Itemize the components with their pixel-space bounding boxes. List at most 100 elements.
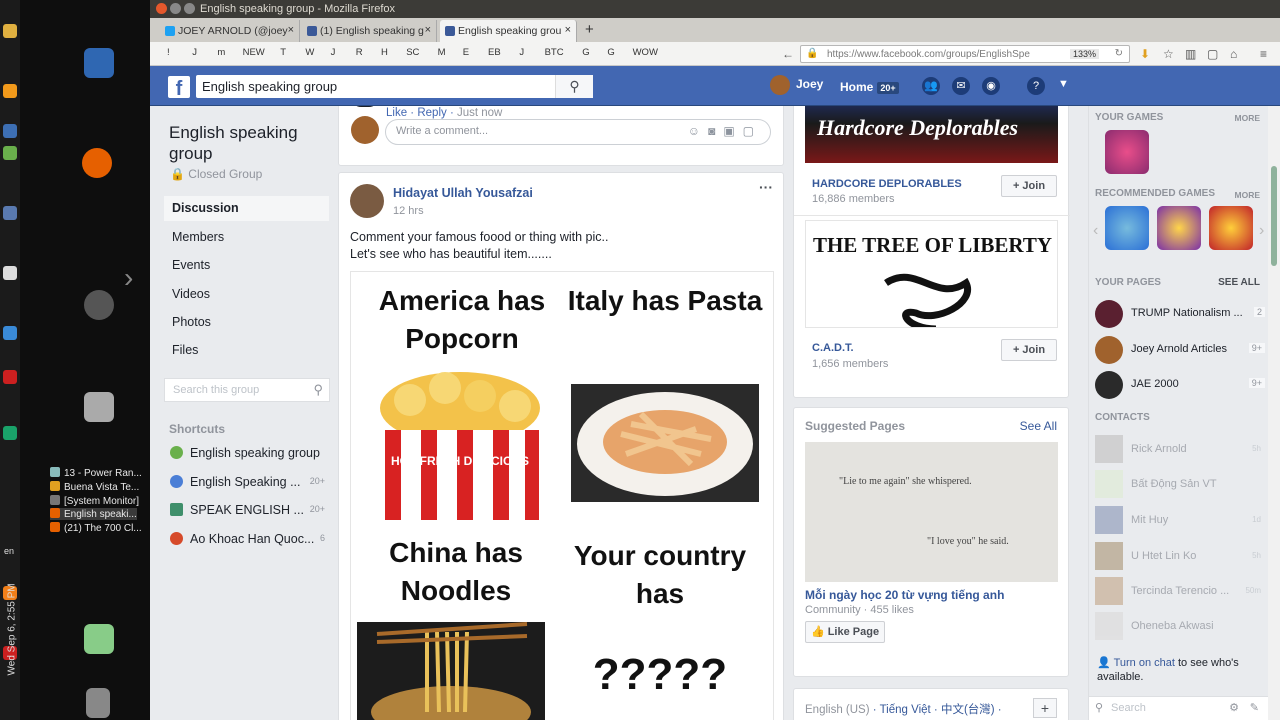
minimize-button[interactable] bbox=[170, 3, 181, 14]
turn-on-chat-link[interactable]: Turn on chat bbox=[1114, 657, 1175, 669]
page-item[interactable]: Joey Arnold Articles 9+ bbox=[1095, 336, 1265, 364]
bookmark-item[interactable]: J bbox=[331, 47, 336, 58]
bookmark-item[interactable]: E bbox=[463, 47, 469, 58]
browser-tab-active[interactable]: English speaking grou × bbox=[440, 20, 577, 42]
group-search-input[interactable]: Search this group ⚲ bbox=[164, 378, 330, 402]
profile-link[interactable]: Joey bbox=[770, 75, 823, 95]
contact-item[interactable]: Oheneba Akwasi bbox=[1095, 612, 1265, 642]
bookmark-item[interactable]: BTC bbox=[545, 47, 564, 58]
contact-item[interactable]: U Htet Lin Ko 5h bbox=[1095, 542, 1265, 572]
bookmark-item[interactable]: G bbox=[607, 47, 614, 58]
page-item[interactable]: JAE 2000 9+ bbox=[1095, 371, 1265, 399]
clock[interactable]: Wed Sep 6, 2:55 PM bbox=[7, 583, 18, 675]
compose-icon[interactable]: ✎ bbox=[1250, 701, 1259, 714]
filezilla-icon[interactable] bbox=[3, 370, 17, 384]
language-links[interactable]: Tiếng Việt · 中文(台灣) · bbox=[880, 704, 1002, 716]
group-name-link[interactable]: HARDCORE DEPLORABLES bbox=[812, 178, 962, 190]
nav-members[interactable]: Members bbox=[164, 225, 329, 250]
zoom-level[interactable]: 133% bbox=[1069, 49, 1099, 59]
app-icon[interactable] bbox=[3, 326, 17, 340]
contact-item[interactable]: Mit Huy 1d bbox=[1095, 506, 1265, 536]
bookmark-item[interactable]: T bbox=[280, 47, 286, 58]
shortcut-item[interactable]: English speaking group bbox=[170, 446, 330, 460]
menu-icon[interactable]: ≡ bbox=[1260, 47, 1267, 61]
app-icon[interactable] bbox=[3, 124, 17, 138]
bookmark-item[interactable]: m bbox=[217, 47, 225, 58]
task-item[interactable]: 13 - Power Ran... bbox=[50, 467, 142, 479]
bingo-game-icon[interactable] bbox=[1157, 206, 1201, 250]
document-icon[interactable] bbox=[84, 48, 114, 78]
library-icon[interactable]: ▥ bbox=[1185, 47, 1196, 61]
account-menu-icon[interactable]: ▼ bbox=[1058, 78, 1069, 90]
more-link[interactable]: MORE bbox=[1235, 190, 1261, 200]
bookmark-item[interactable]: J bbox=[192, 47, 197, 58]
page-item[interactable]: TRUMP Nationalism ... 2 bbox=[1095, 300, 1265, 328]
reply-link[interactable]: Reply bbox=[417, 107, 446, 119]
page-name-link[interactable]: Mỗi ngày học 20 từ vựng tiếng anh bbox=[805, 588, 1004, 602]
contact-item[interactable]: Bất Động Sản VT bbox=[1095, 470, 1265, 500]
drive-icon[interactable] bbox=[84, 392, 114, 422]
telegram-icon[interactable] bbox=[3, 426, 17, 440]
task-item[interactable]: English speaki... bbox=[50, 508, 137, 520]
help-icon[interactable]: ? bbox=[1027, 77, 1045, 95]
close-tab-icon[interactable]: × bbox=[565, 24, 571, 36]
home-icon[interactable]: ⌂ bbox=[1230, 47, 1237, 61]
shortcut-item[interactable]: English Speaking ... 20+ bbox=[170, 475, 330, 489]
pocket-icon[interactable]: ▢ bbox=[1207, 47, 1218, 61]
bookmark-item[interactable]: W bbox=[305, 47, 314, 58]
close-tab-icon[interactable]: × bbox=[425, 24, 431, 36]
bookmark-item[interactable]: NEW bbox=[243, 47, 265, 58]
bookmark-item[interactable]: ! bbox=[167, 47, 170, 58]
bookmark-item[interactable]: EB bbox=[488, 47, 501, 58]
bookmark-item[interactable]: R bbox=[356, 47, 363, 58]
home-link[interactable]: Home 20+ bbox=[840, 80, 899, 94]
browser-tab[interactable]: JOEY ARNOLD (@joey × bbox=[160, 20, 300, 42]
browser-tab[interactable]: (1) English speaking g × bbox=[302, 20, 437, 42]
maximize-button[interactable] bbox=[184, 3, 195, 14]
group-name[interactable]: English speaking group bbox=[169, 122, 329, 164]
bookmark-item[interactable]: J bbox=[519, 47, 524, 58]
see-all-link[interactable]: SEE ALL bbox=[1218, 277, 1260, 288]
nav-photos[interactable]: Photos bbox=[164, 310, 329, 335]
post-image[interactable]: America has Popcorn Italy has Pasta HOT … bbox=[350, 271, 774, 720]
see-all-link[interactable]: See All bbox=[1020, 419, 1057, 433]
more-options-icon[interactable]: ··· bbox=[759, 179, 773, 195]
sticker-icon[interactable]: ▢ bbox=[743, 124, 762, 138]
back-icon[interactable]: ← bbox=[782, 47, 794, 61]
close-window-button[interactable] bbox=[156, 3, 167, 14]
game-icon[interactable] bbox=[1105, 206, 1149, 250]
slots-game-icon[interactable] bbox=[1209, 206, 1253, 250]
add-language-button[interactable]: + bbox=[1033, 698, 1057, 718]
facebook-logo[interactable]: f bbox=[168, 76, 190, 100]
task-item[interactable]: [System Monitor] bbox=[50, 495, 139, 507]
close-tab-icon[interactable]: × bbox=[288, 24, 294, 36]
bookmark-item[interactable]: WOW bbox=[633, 47, 658, 58]
emoji-icon[interactable]: ☺ bbox=[688, 124, 708, 138]
app-icon[interactable] bbox=[3, 206, 17, 220]
chevron-right-icon[interactable]: › bbox=[1259, 222, 1264, 240]
shortcut-item[interactable]: Ao Khoac Han Quoc... 6 bbox=[170, 532, 330, 546]
more-link[interactable]: MORE bbox=[1235, 113, 1261, 123]
group-banner[interactable]: THE TREE OF LIBERTY bbox=[805, 220, 1058, 328]
messenger-icon[interactable]: ✉ bbox=[952, 77, 970, 95]
scrollbar[interactable] bbox=[1268, 106, 1280, 720]
task-item[interactable]: Buena Vista Te... bbox=[50, 481, 139, 493]
camera-icon[interactable]: ◙ bbox=[708, 124, 723, 138]
join-button[interactable]: + Join bbox=[1001, 339, 1057, 361]
chat-search-input[interactable]: ⚲ Search ⚙ ✎ bbox=[1089, 696, 1269, 720]
nav-discussion[interactable]: Discussion bbox=[164, 196, 329, 221]
post-time[interactable]: 12 hrs bbox=[393, 205, 424, 217]
firefox-icon[interactable] bbox=[82, 148, 112, 178]
bitcoin-icon[interactable] bbox=[3, 24, 17, 38]
like-link[interactable]: Like bbox=[386, 107, 407, 119]
gif-icon[interactable]: ▣ bbox=[723, 124, 742, 138]
task-item[interactable]: (21) The 700 Cl... bbox=[50, 522, 142, 534]
gear-icon[interactable]: ⚙ bbox=[1229, 701, 1239, 714]
url-bar[interactable]: 🔒 https://www.facebook.com/groups/Englis… bbox=[800, 45, 1130, 63]
app-icon[interactable] bbox=[3, 146, 17, 160]
download-icon[interactable]: ⬇ bbox=[1140, 47, 1150, 61]
nav-videos[interactable]: Videos bbox=[164, 282, 329, 307]
friend-requests-icon[interactable]: 👥 bbox=[922, 77, 940, 95]
group-name-link[interactable]: C.A.D.T. bbox=[812, 342, 854, 354]
star-icon[interactable]: ☆ bbox=[1163, 47, 1174, 61]
